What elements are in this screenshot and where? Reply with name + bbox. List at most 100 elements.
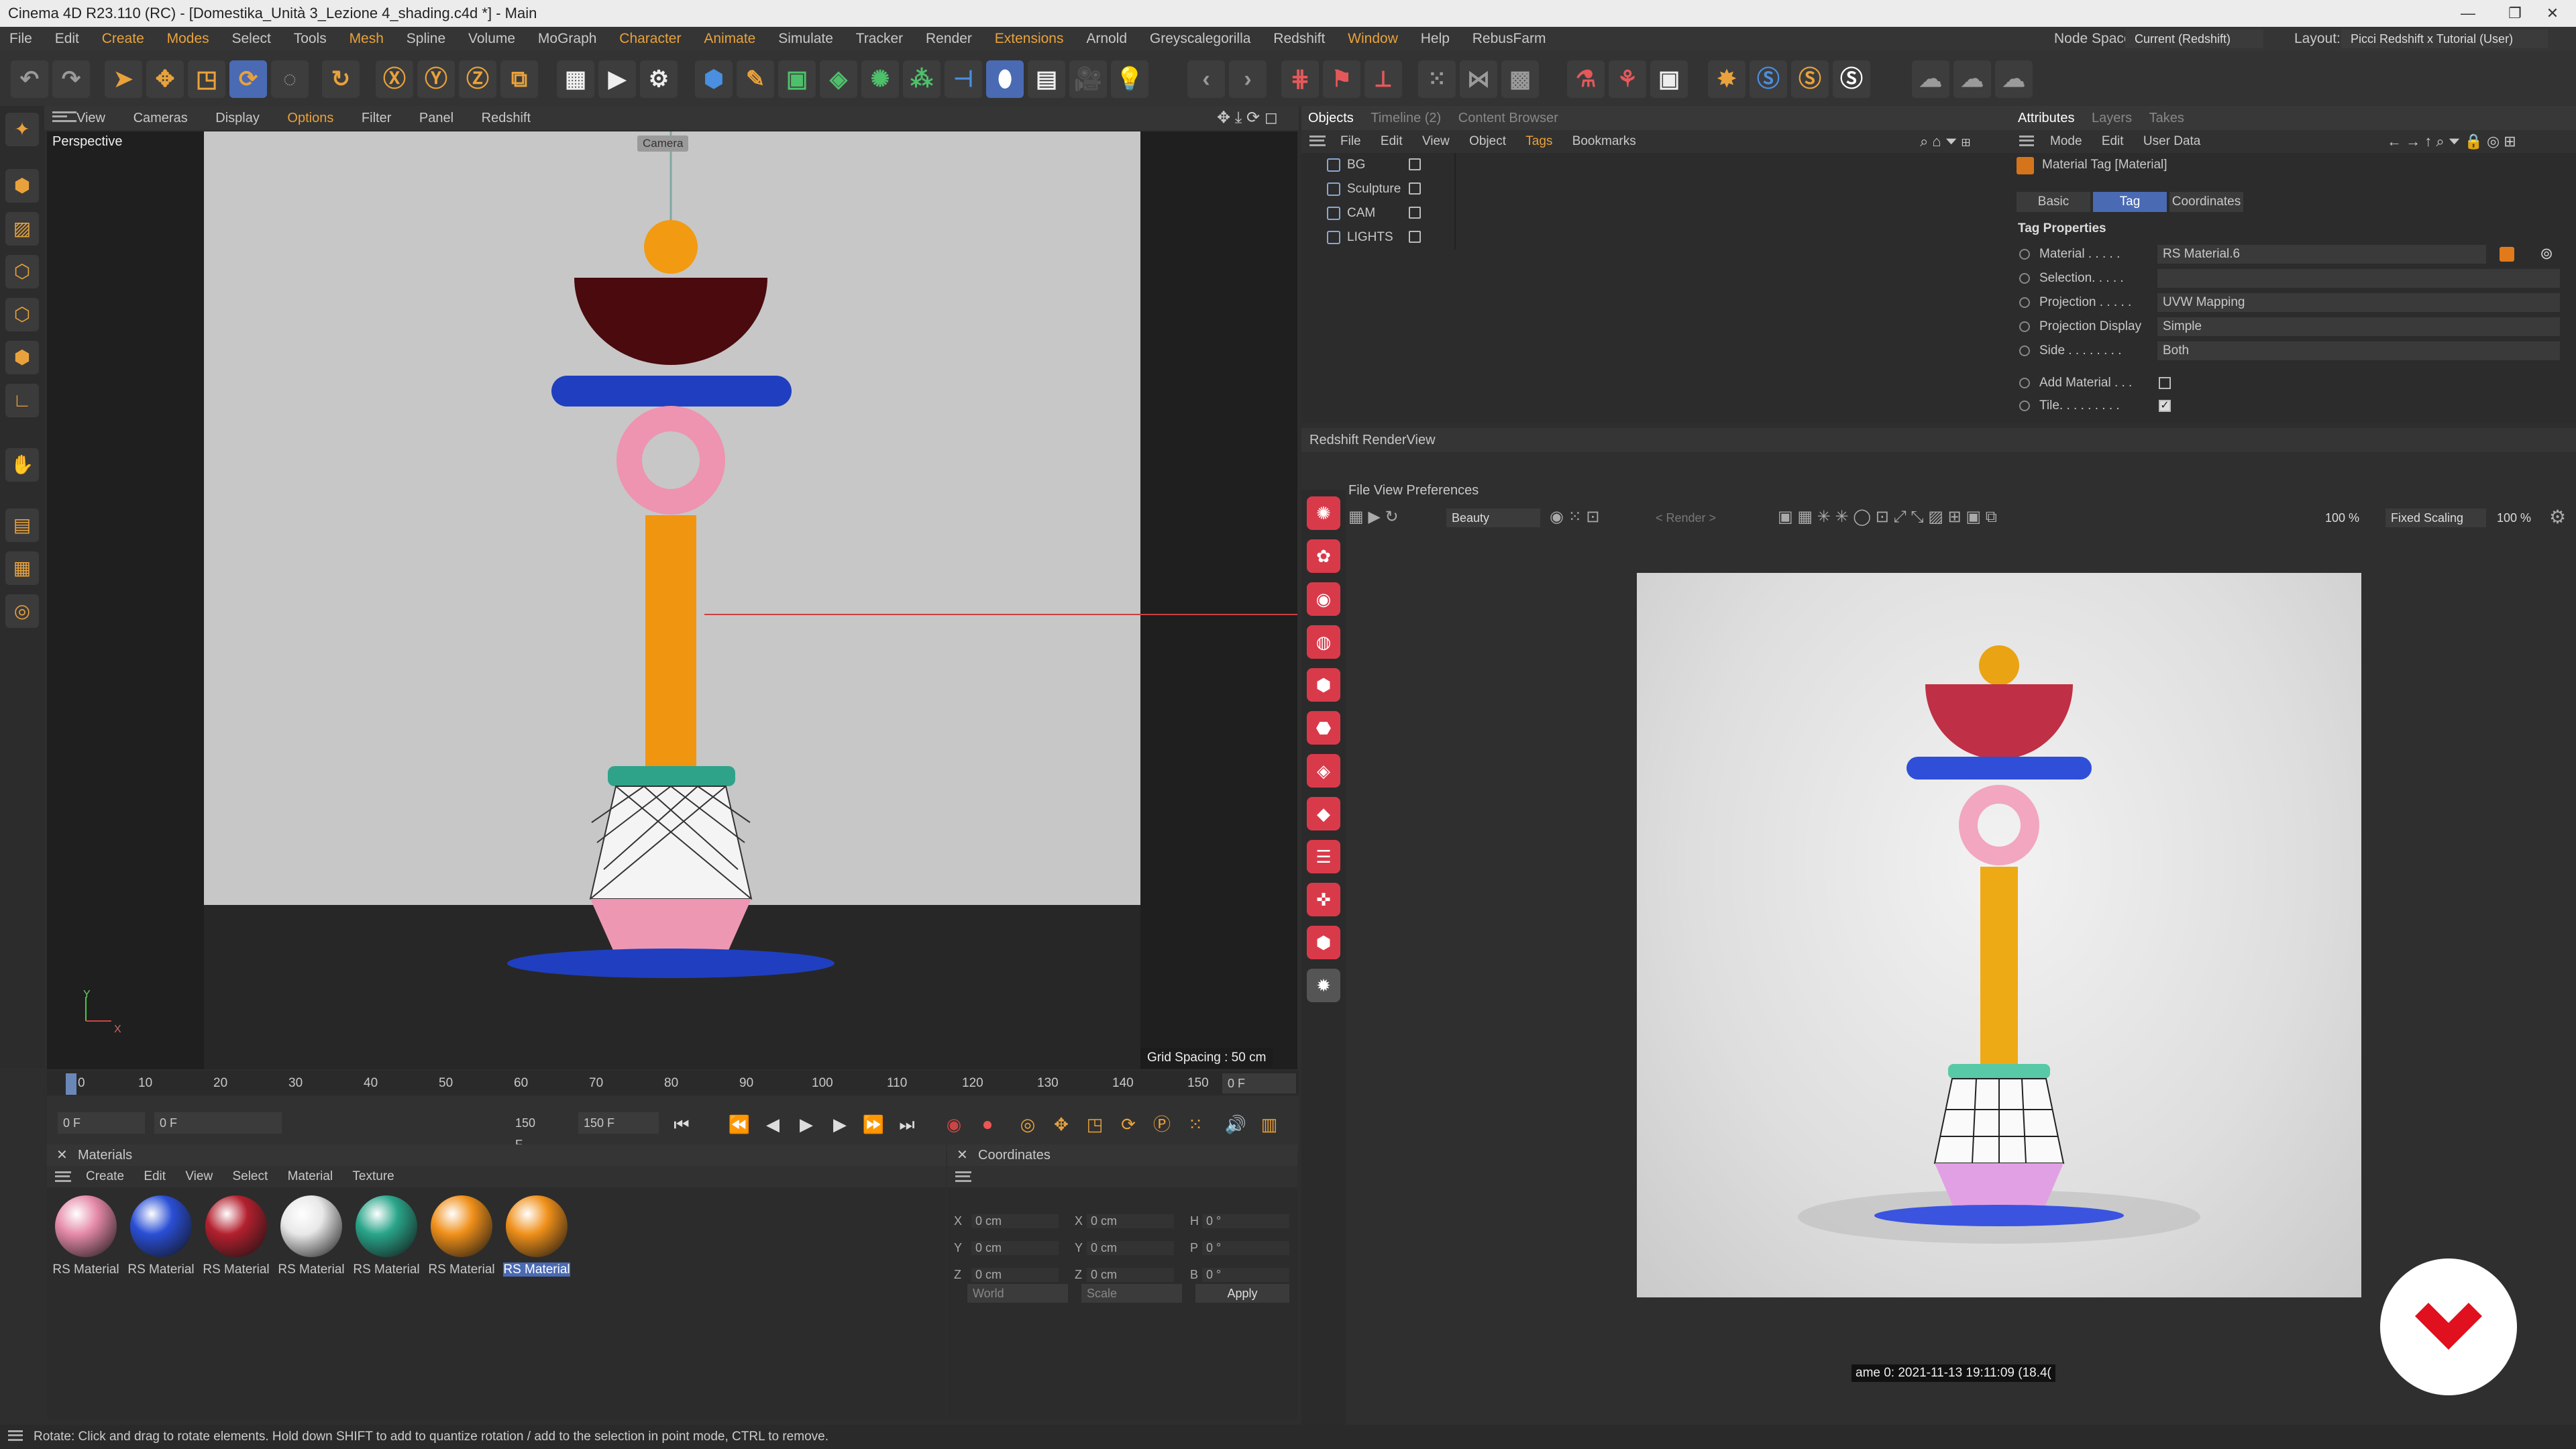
coord-pos-x-field[interactable]: 0 cm [971, 1214, 1059, 1228]
nav-back-icon[interactable]: ‹ [1187, 60, 1225, 98]
subtab-tag[interactable]: Tag [2093, 192, 2167, 212]
objects-search-icons[interactable]: ⌕ ⌂ ⏷ ⊞ [1912, 130, 1979, 153]
x-axis-icon[interactable]: Ⓧ [376, 60, 413, 98]
rs-volume-icon[interactable]: ⬣ [1307, 711, 1340, 745]
current-frame-field[interactable]: 0 F [1222, 1073, 1296, 1093]
coord-rot-p-field[interactable]: 0 ° [1202, 1241, 1289, 1255]
object-row-sculpture[interactable]: Sculpture [1301, 177, 1454, 201]
coord-size-z-field[interactable]: 0 cm [1087, 1268, 1174, 1282]
tab-timeline[interactable]: Timeline (2) [1364, 106, 1448, 130]
next-frame-icon[interactable]: ▶ [825, 1110, 855, 1139]
undo-icon[interactable]: ↶ [11, 60, 48, 98]
attributes-menu-user-data[interactable]: User Data [2135, 130, 2209, 153]
gsg-s-blue-icon[interactable]: Ⓢ [1750, 60, 1787, 98]
tab-attributes[interactable]: Attributes [2011, 106, 2081, 130]
polygon-mode-icon[interactable]: ⬢ [5, 341, 39, 374]
coordinates-menu-icon[interactable] [955, 1171, 971, 1182]
add-material-checkbox[interactable] [2159, 377, 2171, 389]
tab-content-browser[interactable]: Content Browser [1452, 106, 1565, 130]
soft-selection-icon[interactable]: ▤ [5, 508, 39, 542]
timeline-window-icon[interactable]: ▥ [1254, 1110, 1284, 1139]
key-pla-icon[interactable]: ⁙ [1181, 1110, 1210, 1139]
gsg-s-orange-icon[interactable]: Ⓢ [1791, 60, 1829, 98]
redshift-lights-icon[interactable]: ⚘ [1609, 60, 1646, 98]
menu-spline[interactable]: Spline [397, 27, 455, 51]
cube-object-icon[interactable]: ⬢ [695, 60, 733, 98]
field-icon[interactable]: ⬮ [986, 60, 1024, 98]
rs-aov-icon[interactable]: ☰ [1307, 840, 1340, 873]
prev-key-icon[interactable]: ⏪ [724, 1110, 754, 1139]
cloner-icon[interactable]: ✺ [861, 60, 899, 98]
zoom-field[interactable]: 100 % [2320, 508, 2371, 527]
layout-dropdown[interactable]: Picci Redshift x Tutorial (User) [2341, 30, 2548, 48]
side-dropdown[interactable]: Both [2157, 341, 2560, 360]
rs-settings-icon[interactable]: ✹ [1307, 969, 1340, 1002]
attributes-menu-edit[interactable]: Edit [2094, 130, 2132, 153]
nav-forward-icon[interactable]: › [1229, 60, 1267, 98]
record-icon[interactable]: ◉ [939, 1110, 969, 1139]
materials-menu-texture[interactable]: Texture [344, 1166, 402, 1187]
object-row-lights[interactable]: LIGHTS [1301, 225, 1454, 250]
rs-object-icon[interactable]: ⬢ [1307, 926, 1340, 959]
subtab-coordinates[interactable]: Coordinates [2169, 192, 2243, 212]
visibility-check-icon[interactable] [1409, 231, 1421, 243]
play-icon[interactable]: ▶ [792, 1110, 821, 1139]
keyframe-radio-icon[interactable] [2019, 249, 2030, 260]
rs-environment-icon[interactable]: ◆ [1307, 797, 1340, 830]
visibility-check-icon[interactable] [1409, 158, 1421, 170]
renderview-menu-file[interactable]: File [1348, 483, 1370, 498]
visibility-check-icon[interactable] [1409, 207, 1421, 219]
scaling-dropdown[interactable]: Fixed Scaling [2385, 508, 2486, 527]
recent-tool-icon[interactable]: ↻ [322, 60, 360, 98]
key-scale-icon[interactable]: ◳ [1080, 1110, 1110, 1139]
floor-icon[interactable]: ▤ [1028, 60, 1065, 98]
material-swatch[interactable]: RS Material [276, 1195, 346, 1277]
coord-mode-dropdown[interactable]: Scale [1081, 1284, 1182, 1303]
attributes-menu-icon[interactable] [2019, 136, 2034, 146]
renderview-playback-icons[interactable]: ▦ ▶ ↻ [1348, 507, 1399, 527]
material-swatch-selected[interactable]: RS Material [502, 1195, 572, 1277]
objects-menu-tags[interactable]: Tags [1517, 130, 1560, 153]
end-frame-field[interactable]: 150 F [578, 1112, 659, 1134]
menu-select[interactable]: Select [222, 27, 280, 51]
atmosphere-icon[interactable]: ☁ [1995, 60, 2033, 98]
renderview-view-icons[interactable]: ▣ ▦ ✳ ✳ ◯ ⊡ ⤢ ⤡ ▨ ⊞ ▣ ⧉ [1778, 507, 1997, 527]
next-key-icon[interactable]: ⏩ [859, 1110, 888, 1139]
camera-icon[interactable]: 🎥 [1069, 60, 1107, 98]
objects-menu-icon[interactable] [1309, 136, 1326, 146]
viewport-menu-cameras[interactable]: Cameras [121, 106, 200, 130]
z-axis-icon[interactable]: Ⓩ [459, 60, 496, 98]
rs-sky-icon[interactable]: ◈ [1307, 754, 1340, 788]
material-link-field[interactable]: RS Material.6 [2157, 245, 2486, 264]
camera-object-label[interactable]: Camera [637, 136, 689, 152]
coord-pos-z-field[interactable]: 0 cm [971, 1268, 1059, 1282]
selection-field[interactable] [2157, 269, 2560, 288]
coord-size-x-field[interactable]: 0 cm [1087, 1214, 1174, 1228]
rotate-tool-icon[interactable]: ⟳ [229, 60, 267, 98]
objects-menu-bookmarks[interactable]: Bookmarks [1564, 130, 1644, 153]
materials-menu-material[interactable]: Material [280, 1166, 341, 1187]
subdivision-icon[interactable]: ▣ [778, 60, 816, 98]
snapping-icon[interactable]: ✋ [5, 448, 39, 482]
render-region-icon[interactable]: ▦ [557, 60, 594, 98]
rs-tag-icon[interactable]: ✜ [1307, 883, 1340, 916]
close-panel-icon[interactable]: ✕ [56, 1144, 68, 1166]
y-axis-icon[interactable]: Ⓨ [417, 60, 455, 98]
menu-file[interactable]: File [0, 27, 42, 51]
start-frame-field[interactable]: 0 F [58, 1112, 145, 1134]
attributes-nav-icons[interactable]: ← → ↑ ⌕ ⏷ 🔒 ◎ ⊞ [2387, 130, 2516, 153]
scaling-zoom-field[interactable]: 100 % [2491, 508, 2542, 527]
projection-display-dropdown[interactable]: Simple [2157, 317, 2560, 336]
menu-extensions[interactable]: Extensions [985, 27, 1073, 51]
keyframe-radio-icon[interactable] [2019, 321, 2030, 332]
menu-simulate[interactable]: Simulate [769, 27, 843, 51]
viewport-menu-redshift[interactable]: Redshift [470, 106, 543, 130]
viewport-menu-display[interactable]: Display [203, 106, 272, 130]
menu-character[interactable]: Character [610, 27, 690, 51]
render-settings-icon[interactable]: ⚙ [640, 60, 678, 98]
timeline-playhead[interactable] [66, 1073, 76, 1095]
pen-spline-icon[interactable]: ✎ [737, 60, 774, 98]
keyframe-selection-icon[interactable]: ◎ [1013, 1110, 1042, 1139]
visibility-check-icon[interactable] [1409, 182, 1421, 195]
rs-dome-icon[interactable]: ◍ [1307, 625, 1340, 659]
